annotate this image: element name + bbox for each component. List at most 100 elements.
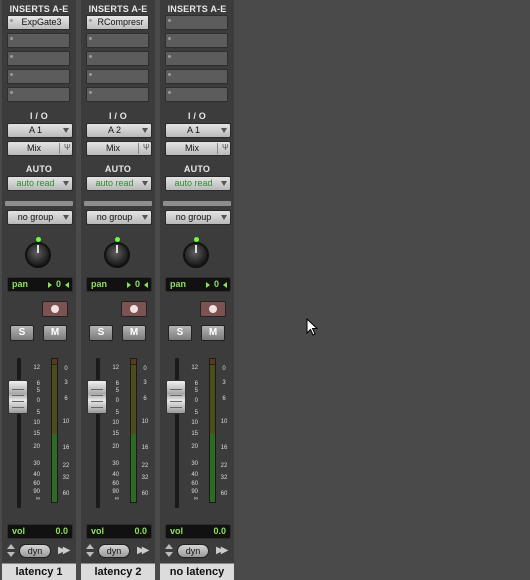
meter-scale-label: 60 [220, 491, 228, 497]
fader-cap-groove [170, 389, 182, 390]
solo-button[interactable]: S [168, 325, 192, 341]
record-button[interactable] [121, 301, 147, 317]
insert-slot[interactable] [86, 87, 149, 102]
track-name[interactable]: no latency [160, 563, 234, 580]
fader-scale-label: 6 [115, 381, 119, 387]
fader-scale-label: 40 [33, 472, 40, 478]
volume-display[interactable]: vol 0.0 [86, 524, 152, 539]
insert-slot[interactable] [7, 51, 70, 66]
mute-button[interactable]: M [201, 325, 225, 341]
insert-slot[interactable] [7, 33, 70, 48]
fader-scale-label: 6 [36, 381, 40, 387]
updown-arrows-icon[interactable] [85, 544, 95, 558]
meter-scale-label: 60 [141, 491, 149, 497]
mute-button[interactable]: M [43, 325, 67, 341]
insert-bypass-dot [89, 19, 92, 22]
fader-cap[interactable] [166, 380, 186, 414]
auto-title: AUTO [25, 164, 53, 174]
fader-scale-label: 12 [33, 365, 40, 371]
fader-cap[interactable] [8, 380, 28, 414]
knob-pointer [195, 245, 197, 253]
track-name[interactable]: latency 2 [81, 563, 155, 580]
pan-display[interactable]: pan 0 [86, 277, 152, 292]
down-arrow [165, 552, 173, 557]
input-selector[interactable]: Mix Ψ [7, 141, 73, 156]
knob-pointer [116, 245, 118, 253]
fader-scale-label: 5 [115, 410, 119, 416]
output-selector[interactable]: A 1 [165, 123, 231, 138]
insert-slot[interactable] [7, 87, 70, 102]
meter-scale-label: 3 [64, 380, 68, 386]
insert-bypass-dot [89, 37, 92, 40]
input-selector[interactable]: Mix Ψ [86, 141, 152, 156]
pan-knob-icon[interactable] [183, 242, 209, 268]
fork-icon: Ψ [222, 143, 229, 152]
chevron-down-icon [221, 128, 227, 133]
dyn-button[interactable]: dyn [19, 544, 51, 558]
automation-mode-selector[interactable]: auto read [165, 176, 231, 191]
io-title: I / O [29, 111, 48, 121]
input-label: Mix [27, 143, 41, 153]
pan-knob-icon[interactable] [104, 242, 130, 268]
auto-title: AUTO [183, 164, 211, 174]
insert-slot[interactable] [165, 87, 228, 102]
insert-slot[interactable] [165, 69, 228, 84]
record-button[interactable] [200, 301, 226, 317]
output-selector[interactable]: A 2 [86, 123, 152, 138]
solo-button[interactable]: S [89, 325, 113, 341]
fader-scale-label: 5 [194, 410, 198, 416]
group-selector[interactable]: no group [86, 210, 152, 225]
pan-display[interactable]: pan 0 [7, 277, 73, 292]
mute-button[interactable]: M [122, 325, 146, 341]
solo-button[interactable]: S [10, 325, 34, 341]
automation-mode-selector[interactable]: auto read [86, 176, 152, 191]
fader-scale-label: 0 [115, 398, 119, 404]
insert-slot[interactable] [86, 51, 149, 66]
updown-arrows-icon[interactable] [6, 544, 16, 558]
strip-divider-bar [163, 201, 231, 206]
insert-bypass-dot [89, 55, 92, 58]
insert-slot[interactable]: ExpGate3 [7, 15, 70, 30]
fast-forward-icon[interactable]: ▶▶ [216, 545, 229, 556]
fader-scale-label: 5 [36, 410, 40, 416]
fader-scale-label: ∞ [114, 496, 119, 502]
volume-value: 0.0 [55, 526, 68, 536]
dyn-button[interactable]: dyn [177, 544, 209, 558]
insert-slot[interactable] [86, 69, 149, 84]
fast-forward-icon[interactable]: ▶▶ [58, 545, 71, 556]
insert-slot[interactable] [165, 15, 228, 30]
insert-slot[interactable] [165, 33, 228, 48]
updown-arrows-icon[interactable] [164, 544, 174, 558]
input-selector[interactable]: Mix Ψ [165, 141, 231, 156]
insert-bypass-dot [10, 55, 13, 58]
insert-bypass-dot [10, 91, 13, 94]
fader-cap-groove [170, 407, 182, 408]
insert-slot[interactable] [165, 51, 228, 66]
automation-mode-label: auto read [174, 178, 213, 188]
insert-slot[interactable] [86, 33, 149, 48]
group-selector[interactable]: no group [7, 210, 73, 225]
meter-clip [131, 359, 136, 364]
level-meter [51, 358, 58, 503]
insert-name: ExpGate3 [21, 17, 62, 27]
record-button[interactable] [42, 301, 68, 317]
output-selector[interactable]: A 1 [7, 123, 73, 138]
track-name[interactable]: latency 1 [2, 563, 76, 580]
chevron-down-icon [63, 181, 69, 186]
fader-scale-label: 60 [191, 481, 198, 487]
meter-scale-label: 6 [222, 396, 226, 402]
volume-display[interactable]: vol 0.0 [7, 524, 73, 539]
dyn-button[interactable]: dyn [98, 544, 130, 558]
automation-mode-selector[interactable]: auto read [7, 176, 73, 191]
fader-cap[interactable] [87, 380, 107, 414]
insert-slot[interactable] [7, 69, 70, 84]
pan-value: 0 [214, 279, 220, 289]
volume-display[interactable]: vol 0.0 [165, 524, 231, 539]
group-selector[interactable]: no group [165, 210, 231, 225]
fader-scale-label: 30 [191, 461, 198, 467]
volume-label: vol [12, 526, 26, 536]
pan-knob-icon[interactable] [25, 242, 51, 268]
insert-slot[interactable]: RCompresr [86, 15, 149, 30]
pan-display[interactable]: pan 0 [165, 277, 231, 292]
fast-forward-icon[interactable]: ▶▶ [137, 545, 150, 556]
